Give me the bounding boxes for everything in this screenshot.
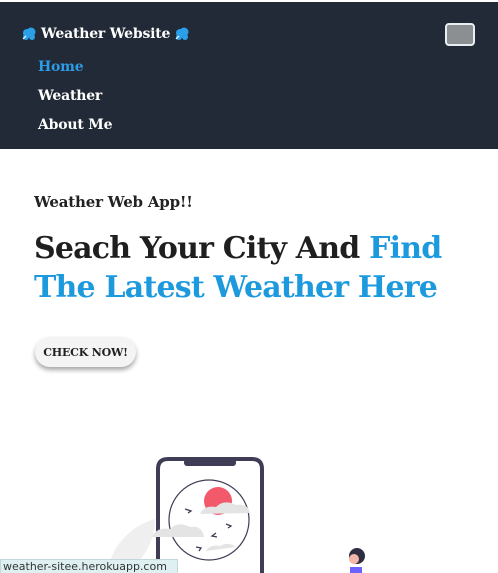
bird-shape <box>210 532 218 538</box>
hero-headline: Seach Your City And Find The Latest Weat… <box>34 229 484 307</box>
hero-kicker: Weather Web App!! <box>34 193 193 211</box>
status-bar-url: weather-sitee.herokuapp.com <box>0 559 178 573</box>
nav-link-about-me[interactable]: About Me <box>38 117 113 133</box>
nav-menu: Home Weather About Me <box>38 52 113 139</box>
phone-outline <box>156 457 264 573</box>
person-body <box>350 567 362 573</box>
nav-link-home[interactable]: Home <box>38 59 84 75</box>
nav-item-home: Home <box>38 52 112 81</box>
brand-link[interactable]: Weather Website <box>21 24 190 44</box>
bird-shape <box>195 546 203 552</box>
headline-main: Seach Your City And <box>34 231 370 266</box>
navbar: Weather Website Home Weather About Me <box>0 2 498 149</box>
weather-app-illustration <box>108 457 365 573</box>
bird-shape <box>225 523 233 529</box>
phone-notch <box>184 459 236 466</box>
check-now-button[interactable]: CHECK NOW! <box>35 337 136 367</box>
brand-name: Weather Website <box>41 26 171 42</box>
nav-link-weather[interactable]: Weather <box>38 88 102 104</box>
nav-item-weather: Weather <box>38 81 112 110</box>
navbar-toggler-button[interactable] <box>445 23 475 46</box>
bird-shape <box>184 508 193 514</box>
hero-section: Weather Web App!! Seach Your City And Fi… <box>0 149 498 573</box>
person-face <box>349 554 359 564</box>
cloud-shape <box>206 543 236 551</box>
cloud-icon <box>22 27 36 40</box>
cloud-icon <box>175 27 189 40</box>
nav-item-about: About Me <box>38 110 113 139</box>
